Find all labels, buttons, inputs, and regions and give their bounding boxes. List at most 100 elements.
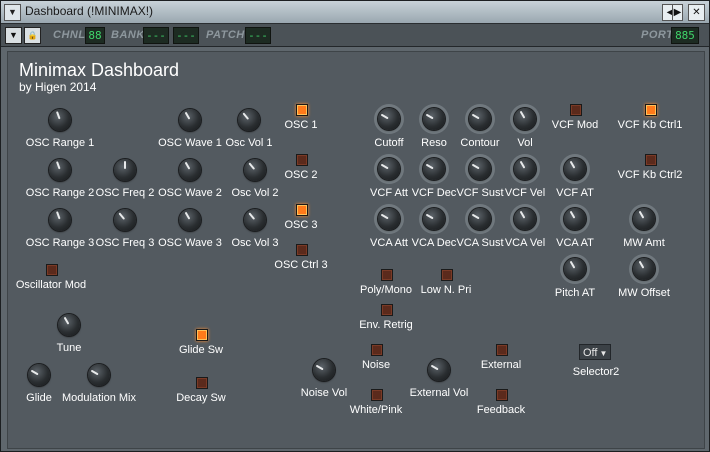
knob-osc-freq-3[interactable] xyxy=(114,209,136,231)
dashboard-title: Minimax Dashboard xyxy=(19,60,180,80)
switch-osc-ctrl-3[interactable] xyxy=(296,244,308,256)
port-display[interactable]: 885 xyxy=(671,27,699,44)
knob-vol[interactable] xyxy=(514,108,536,130)
toolbar-menu-icon[interactable]: ▼ xyxy=(5,27,22,44)
switch-noise[interactable] xyxy=(371,344,383,356)
knob-osc-range-1[interactable] xyxy=(49,109,71,131)
channel-label: CHNL xyxy=(53,29,86,41)
knob-cutoff[interactable] xyxy=(378,108,400,130)
knob-osc-wave-2[interactable] xyxy=(179,159,201,181)
knob-vca-sust[interactable] xyxy=(469,208,491,230)
label-vca-sust: VCA Sust xyxy=(456,237,504,249)
switch-oscillator-mod[interactable] xyxy=(46,264,58,276)
knob-osc-vol-3[interactable] xyxy=(244,209,266,231)
title-bar[interactable]: ▼ Dashboard (!MINIMAX!) ◀ ▶ ✕ xyxy=(1,1,709,24)
label-vcf-dec: VCF Dec xyxy=(411,187,457,199)
switch-poly-mono[interactable] xyxy=(381,269,393,281)
switch-vcf-mod[interactable] xyxy=(570,104,582,116)
knob-osc-range-2[interactable] xyxy=(49,159,71,181)
port-label: PORT xyxy=(641,29,674,41)
switch-glide-sw[interactable] xyxy=(196,329,208,341)
knob-noise-vol[interactable] xyxy=(313,359,335,381)
knob-vca-at[interactable] xyxy=(564,208,586,230)
knob-contour[interactable] xyxy=(469,108,491,130)
knob-osc-wave-3[interactable] xyxy=(179,209,201,231)
knob-vcf-att[interactable] xyxy=(378,158,400,180)
label-vca-att: VCA Att xyxy=(370,237,408,249)
knob-glide[interactable] xyxy=(28,364,50,386)
label-vcf-kb-ctrl1: VCF Kb Ctrl1 xyxy=(617,119,683,131)
bank-display-1[interactable]: --- xyxy=(143,27,169,44)
label-vca-dec: VCA Dec xyxy=(411,237,457,249)
knob-vca-dec[interactable] xyxy=(423,208,445,230)
knob-mw-amt[interactable] xyxy=(633,208,655,230)
label-osc-wave-3: OSC Wave 3 xyxy=(158,237,222,249)
channel-display[interactable]: 88 xyxy=(85,27,105,44)
switch-env-retrig[interactable] xyxy=(381,304,393,316)
window-menu-icon[interactable]: ▼ xyxy=(4,4,21,21)
label-external-vol: External Vol xyxy=(409,387,469,399)
switch-osc-1[interactable] xyxy=(296,104,308,116)
knob-vca-att[interactable] xyxy=(378,208,400,230)
dashboard-panel xyxy=(7,51,705,449)
selector2-dropdown[interactable]: Off ▼ xyxy=(579,344,611,360)
label-reso: Reso xyxy=(421,137,447,149)
knob-vca-vel[interactable] xyxy=(514,208,536,230)
switch-white-pink[interactable] xyxy=(371,389,383,401)
label-poly-mono: Poly/Mono xyxy=(360,284,412,296)
label-osc-wave-2: OSC Wave 2 xyxy=(158,187,222,199)
label-osc-3: OSC 3 xyxy=(284,219,318,231)
label-cutoff: Cutoff xyxy=(374,137,404,149)
switch-osc-3[interactable] xyxy=(296,204,308,216)
knob-osc-freq-2[interactable] xyxy=(114,159,136,181)
label-osc-wave-1: OSC Wave 1 xyxy=(158,137,222,149)
switch-vcf-kb-ctrl1[interactable] xyxy=(645,104,657,116)
knob-vcf-sust[interactable] xyxy=(469,158,491,180)
switch-decay-sw[interactable] xyxy=(196,377,208,389)
switch-external[interactable] xyxy=(496,344,508,356)
label-external: External xyxy=(480,359,522,371)
knob-osc-vol-1[interactable] xyxy=(238,109,260,131)
lock-icon[interactable]: 🔒 xyxy=(24,27,41,44)
knob-osc-vol-2[interactable] xyxy=(244,159,266,181)
label-osc-freq-3: OSC Freq 3 xyxy=(95,237,155,249)
label-noise: Noise xyxy=(361,359,391,371)
knob-vcf-vel[interactable] xyxy=(514,158,536,180)
bank-display-2[interactable]: --- xyxy=(173,27,199,44)
knob-osc-range-3[interactable] xyxy=(49,209,71,231)
knob-external-vol[interactable] xyxy=(428,359,450,381)
switch-vcf-kb-ctrl2[interactable] xyxy=(645,154,657,166)
knob-modulation-mix[interactable] xyxy=(88,364,110,386)
switch-feedback[interactable] xyxy=(496,389,508,401)
label-osc-range-1: OSC Range 1 xyxy=(25,137,95,149)
dashboard-subtitle: by Higen 2014 xyxy=(19,80,97,94)
bank-label: BANK xyxy=(111,29,145,41)
label-vcf-att: VCF Att xyxy=(370,187,408,199)
label-mw-amt: MW Amt xyxy=(623,237,665,249)
chevron-down-icon: ▼ xyxy=(599,349,608,358)
label-vcf-mod: VCF Mod xyxy=(551,119,599,131)
knob-pitch-at[interactable] xyxy=(564,258,586,280)
selector2-value: Off xyxy=(583,347,598,359)
next-arrow-icon[interactable]: ▶ xyxy=(672,4,683,21)
knob-mw-offset[interactable] xyxy=(633,258,655,280)
patch-label: PATCH xyxy=(206,29,245,41)
knob-vcf-dec[interactable] xyxy=(423,158,445,180)
knob-reso[interactable] xyxy=(423,108,445,130)
label-low-n-pri: Low N. Pri xyxy=(420,284,472,296)
switch-osc-2[interactable] xyxy=(296,154,308,166)
label-osc-vol-1: Osc Vol 1 xyxy=(225,137,273,149)
label-env-retrig: Env. Retrig xyxy=(359,319,413,331)
label-glide-sw: Glide Sw xyxy=(178,344,224,356)
switch-low-n-pri[interactable] xyxy=(441,269,453,281)
label-vca-vel: VCA Vel xyxy=(504,237,546,249)
label-vol: Vol xyxy=(517,137,533,149)
patch-display[interactable]: --- xyxy=(245,27,271,44)
knob-tune[interactable] xyxy=(58,314,80,336)
label-osc-vol-3: Osc Vol 3 xyxy=(231,237,279,249)
knob-osc-wave-1[interactable] xyxy=(179,109,201,131)
label-osc-range-3: OSC Range 3 xyxy=(25,237,95,249)
close-icon[interactable]: ✕ xyxy=(688,4,705,21)
label-tune: Tune xyxy=(56,342,82,354)
knob-vcf-at[interactable] xyxy=(564,158,586,180)
